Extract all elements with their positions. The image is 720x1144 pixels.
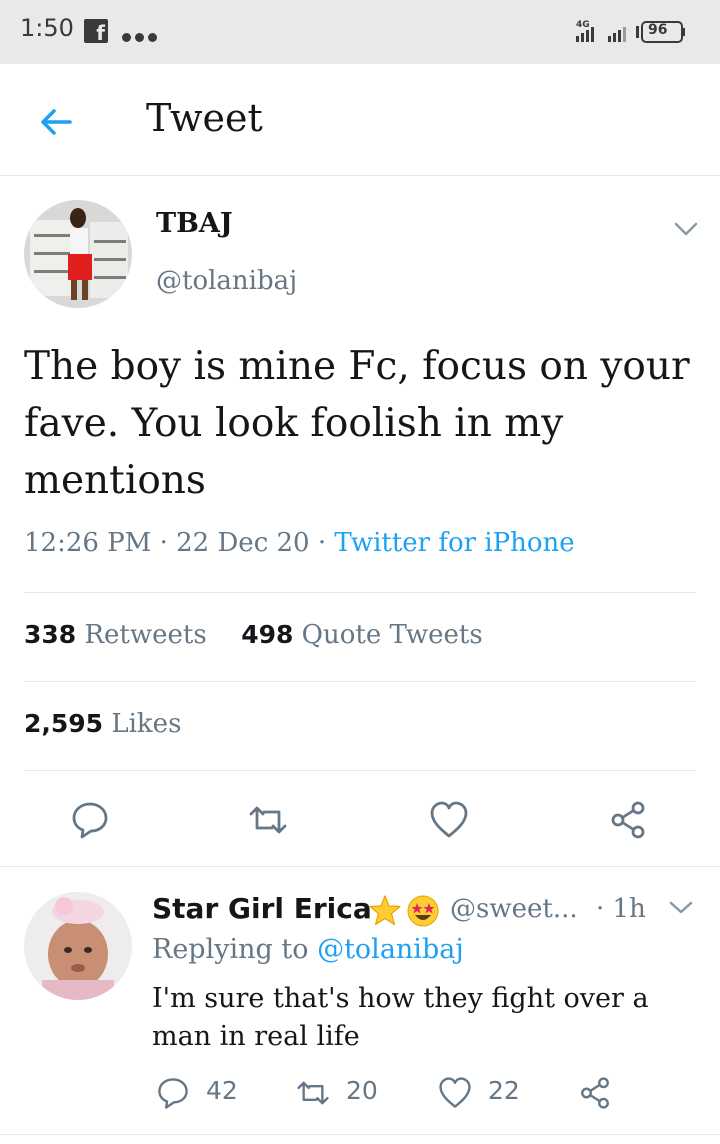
author-handle[interactable]: @tolanibaj [156,266,297,296]
reply-header: Star Girl Erica @sweet... · 1h [152,890,652,930]
retweets-stat[interactable]: 338 Retweets [24,620,207,650]
star-struck-emoji-icon [407,895,439,927]
reply-retweet-button[interactable]: 20 [296,1072,396,1112]
author-avatar[interactable] [24,200,132,308]
quote-tweets-stat[interactable]: 498 Quote Tweets [241,620,483,650]
reply-time: · 1h [596,894,646,924]
reply-reply-button[interactable]: 42 [156,1072,256,1112]
share-icon[interactable] [608,800,648,840]
meta-separator: · [159,528,168,558]
status-time: 1:50 [20,14,74,42]
tweet-source-link[interactable]: Twitter for iPhone [334,528,574,558]
tweet-time: 12:26 PM [24,528,152,558]
divider [24,592,696,593]
divider [24,681,696,682]
star-emoji-icon [369,895,401,926]
like-count: 22 [488,1076,520,1105]
meta-separator: · [317,528,327,558]
reply-count: 42 [206,1076,238,1105]
replying-mention-link[interactable]: @tolanibaj [317,934,464,965]
facebook-icon: f [84,19,108,45]
reply-like-button[interactable]: 22 [438,1072,538,1112]
chevron-down-icon[interactable] [672,218,700,240]
retweet-icon [297,1081,329,1105]
author-name[interactable]: TBAJ [156,208,233,239]
back-arrow-icon[interactable] [36,102,76,142]
replying-to-line: Replying to @tolanibaj [152,934,464,965]
like-icon [439,1077,471,1108]
reply-author-name[interactable]: Star Girl Erica [152,892,372,925]
retweet-count: 20 [346,1076,378,1105]
reply-author-handle[interactable]: @sweet... [450,894,578,924]
chevron-down-icon[interactable] [668,898,694,918]
divider [0,1134,720,1135]
likes-stat[interactable]: 2,595 Likes [24,709,181,739]
tweet-date: 22 Dec 20 [176,528,310,558]
reply-icon[interactable] [70,800,110,840]
more-dots-icon [122,27,162,42]
tweet-text: The boy is mine Fc, focus on your fave. … [24,344,690,503]
tweet-stats-row: 338 Retweets 498 Quote Tweets [24,620,483,650]
avatar-photo [24,892,132,1000]
top-app-bar: Tweet [0,64,720,176]
reply-icon [158,1078,188,1109]
replying-prefix: Replying to [152,934,309,965]
divider [24,770,696,771]
share-icon [581,1077,609,1109]
battery-level: 96 [648,22,668,38]
reply-text: I'm sure that's how they fight over a ma… [152,983,649,1052]
status-indicators: 4G 96 [572,18,702,46]
like-icon[interactable] [429,800,469,840]
svg-text:4G: 4G [576,20,590,30]
status-bar: 1:50 f 4G 96 [0,0,720,64]
signal-icon: 4G [576,20,685,43]
divider [0,866,720,867]
reply-author-avatar[interactable] [24,892,132,1000]
page-title: Tweet [146,96,263,140]
avatar-photo [24,200,132,308]
reply-share-button[interactable] [578,1072,618,1112]
tweet-meta: 12:26 PM · 22 Dec 20 · Twitter for iPhon… [24,528,575,558]
retweet-icon[interactable] [248,800,288,840]
